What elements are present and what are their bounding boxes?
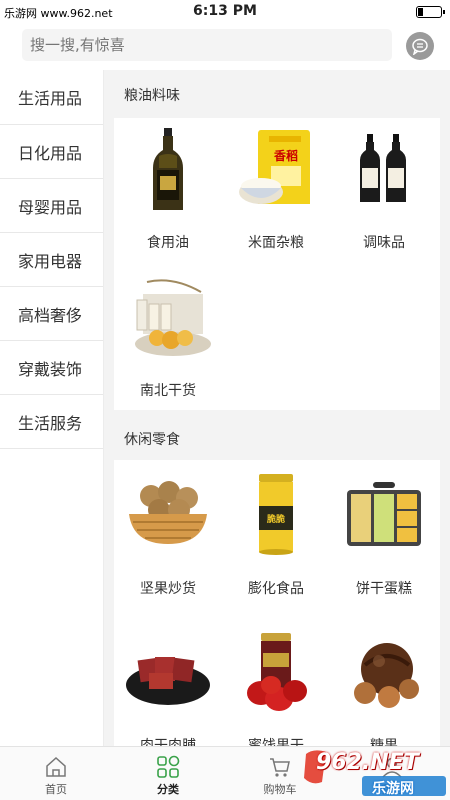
product-grid: 坚果炒货 脆脆 膨化食品 饼干蛋糕 肉干肉脯 蜜饯果干 糖果 <box>114 460 440 746</box>
biscuit-box-icon <box>339 472 429 562</box>
category-label: 米面杂粮 <box>248 235 304 251</box>
category-puffed-snacks[interactable]: 脆脆 膨化食品 <box>222 470 330 622</box>
site-watermark: 962.NET 乐游网 <box>302 748 448 798</box>
category-sidebar: 生活用品 日化用品 母婴用品 家用电器 高档奢侈 穿戴装饰 生活服务 <box>0 70 104 746</box>
category-cooking-oil[interactable]: 食用油 <box>114 124 222 272</box>
category-candy[interactable]: 糖果 <box>330 627 438 746</box>
category-rice-flour[interactable]: 香稻 米面杂粮 <box>222 124 330 272</box>
category-label: 食用油 <box>147 235 189 251</box>
tab-label: 购物车 <box>263 783 297 796</box>
section-title: 休闲零食 <box>124 432 180 448</box>
product-grid: 食用油 香稻 米面杂粮 调味品 南北干货 <box>114 118 440 410</box>
sidebar-item-baby[interactable]: 母婴用品 <box>0 179 103 233</box>
sidebar-item-services[interactable]: 生活服务 <box>0 395 103 449</box>
home-icon <box>46 756 66 777</box>
category-dried-fruit[interactable]: 蜜饯果干 <box>222 627 330 746</box>
category-label: 调味品 <box>363 235 405 251</box>
chocolate-candy-icon <box>339 629 429 719</box>
sidebar-item-label: 家用电器 <box>18 251 83 271</box>
cart-icon <box>270 758 290 777</box>
category-label: 饼干蛋糕 <box>356 581 412 597</box>
tab-home[interactable]: 首页 <box>0 747 112 800</box>
sauce-bottles-icon <box>339 126 429 216</box>
category-label: 膨化食品 <box>248 581 304 597</box>
category-dried-goods[interactable]: 南北干货 <box>114 272 222 420</box>
section-title: 粮油料味 <box>124 88 180 104</box>
sidebar-item-appliances[interactable]: 家用电器 <box>0 233 103 287</box>
rice-bag-icon: 香稻 <box>231 126 321 216</box>
category-jerky[interactable]: 肉干肉脯 <box>114 627 222 746</box>
tab-label: 首页 <box>45 783 67 796</box>
battery-icon <box>416 6 445 18</box>
category-label: 肉干肉脯 <box>140 738 196 746</box>
status-time: 6:13 PM <box>193 3 257 19</box>
dried-dates-icon <box>231 629 321 719</box>
sidebar-item-label: 高档奢侈 <box>18 305 83 325</box>
svg-text:香稻: 香稻 <box>273 148 298 163</box>
tab-label: 分类 <box>157 783 179 796</box>
category-label: 糖果 <box>370 738 398 746</box>
sidebar-item-apparel[interactable]: 穿戴装饰 <box>0 341 103 395</box>
message-button[interactable] <box>406 32 434 60</box>
snack-can-icon: 脆脆 <box>231 472 321 562</box>
walnut-basket-icon <box>123 472 213 562</box>
category-label: 坚果炒货 <box>140 581 196 597</box>
category-biscuits[interactable]: 饼干蛋糕 <box>330 470 438 622</box>
status-bar: 乐游网 www.962.net 6:13 PM <box>0 0 450 24</box>
sidebar-item-toiletries[interactable]: 日化用品 <box>0 125 103 179</box>
tab-category[interactable]: 分类 <box>112 747 224 800</box>
jerky-icon <box>123 629 213 719</box>
sidebar-item-label: 穿戴装饰 <box>18 359 83 379</box>
watermark-number: 962.NET <box>316 750 419 775</box>
category-content: 粮油料味 食用油 香稻 米面杂粮 调味品 南北干货 休闲零食 坚果炒货 脆脆 膨… <box>104 70 450 746</box>
search-input[interactable] <box>22 29 392 61</box>
sidebar-item-luxury[interactable]: 高档奢侈 <box>0 287 103 341</box>
sidebar-item-label: 生活用品 <box>18 89 83 108</box>
sidebar-item-label: 母婴用品 <box>18 197 83 217</box>
category-label: 南北干货 <box>140 383 196 399</box>
category-nuts[interactable]: 坚果炒货 <box>114 470 222 622</box>
sidebar-item-daily-goods[interactable]: 生活用品 <box>0 70 103 125</box>
category-label: 蜜饯果干 <box>248 738 304 746</box>
svg-text:脆脆: 脆脆 <box>266 513 285 525</box>
cooking-oil-icon <box>123 126 213 216</box>
category-seasoning[interactable]: 调味品 <box>330 124 438 272</box>
category-icon <box>157 755 180 778</box>
search-header <box>0 24 450 70</box>
dried-goods-icon <box>123 274 213 364</box>
sidebar-item-label: 日化用品 <box>18 143 83 163</box>
chat-bubble-icon <box>412 38 428 55</box>
watermark-site: 乐游网 <box>372 781 414 797</box>
sidebar-item-label: 生活服务 <box>18 413 83 433</box>
